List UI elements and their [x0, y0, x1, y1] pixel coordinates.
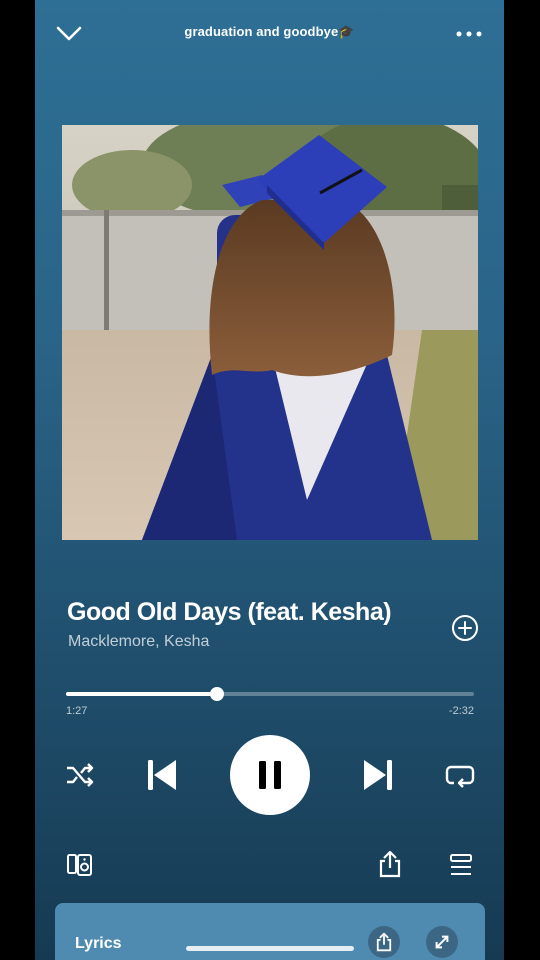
expand-icon — [435, 935, 449, 949]
playlist-title-text: graduation and goodbye — [184, 24, 339, 39]
lyrics-drag-handle[interactable] — [186, 946, 354, 951]
queue-icon[interactable] — [446, 850, 476, 880]
graduation-cap-emoji: 🎓 — [338, 24, 355, 39]
song-title: Good Old Days (feat. Kesha) — [67, 598, 392, 626]
top-bar: graduation and goodbye🎓 — [35, 0, 504, 68]
skip-next-icon[interactable] — [358, 756, 398, 794]
remaining-time: -2:32 — [448, 705, 474, 717]
pause-icon — [259, 761, 281, 789]
artist-names[interactable]: Macklemore, Kesha — [68, 633, 209, 651]
album-art — [62, 125, 478, 540]
elapsed-time: 1:27 — [66, 705, 88, 717]
pause-button[interactable] — [230, 735, 310, 815]
skip-previous-icon[interactable] — [142, 756, 182, 794]
now-playing-screen: graduation and goodbye🎓 Good Old Days (f… — [35, 0, 504, 960]
add-to-library-icon[interactable] — [449, 612, 481, 644]
chevron-down-icon[interactable] — [53, 18, 85, 50]
progress-fill — [66, 692, 217, 696]
shuffle-icon[interactable] — [61, 758, 99, 792]
connect-device-icon[interactable] — [65, 850, 95, 880]
repeat-icon[interactable] — [441, 758, 479, 792]
lyrics-label: Lyrics — [75, 935, 122, 952]
share-icon — [376, 932, 392, 952]
progress-knob[interactable] — [209, 687, 224, 701]
share-icon[interactable] — [375, 848, 405, 880]
more-options-icon[interactable] — [451, 18, 487, 50]
lyrics-expand-button[interactable] — [426, 926, 458, 958]
progress-bar[interactable] — [66, 687, 474, 701]
lyrics-share-button[interactable] — [368, 926, 400, 958]
playlist-title: graduation and goodbye🎓 — [115, 24, 424, 40]
lyrics-card[interactable]: Lyrics — [55, 903, 485, 960]
